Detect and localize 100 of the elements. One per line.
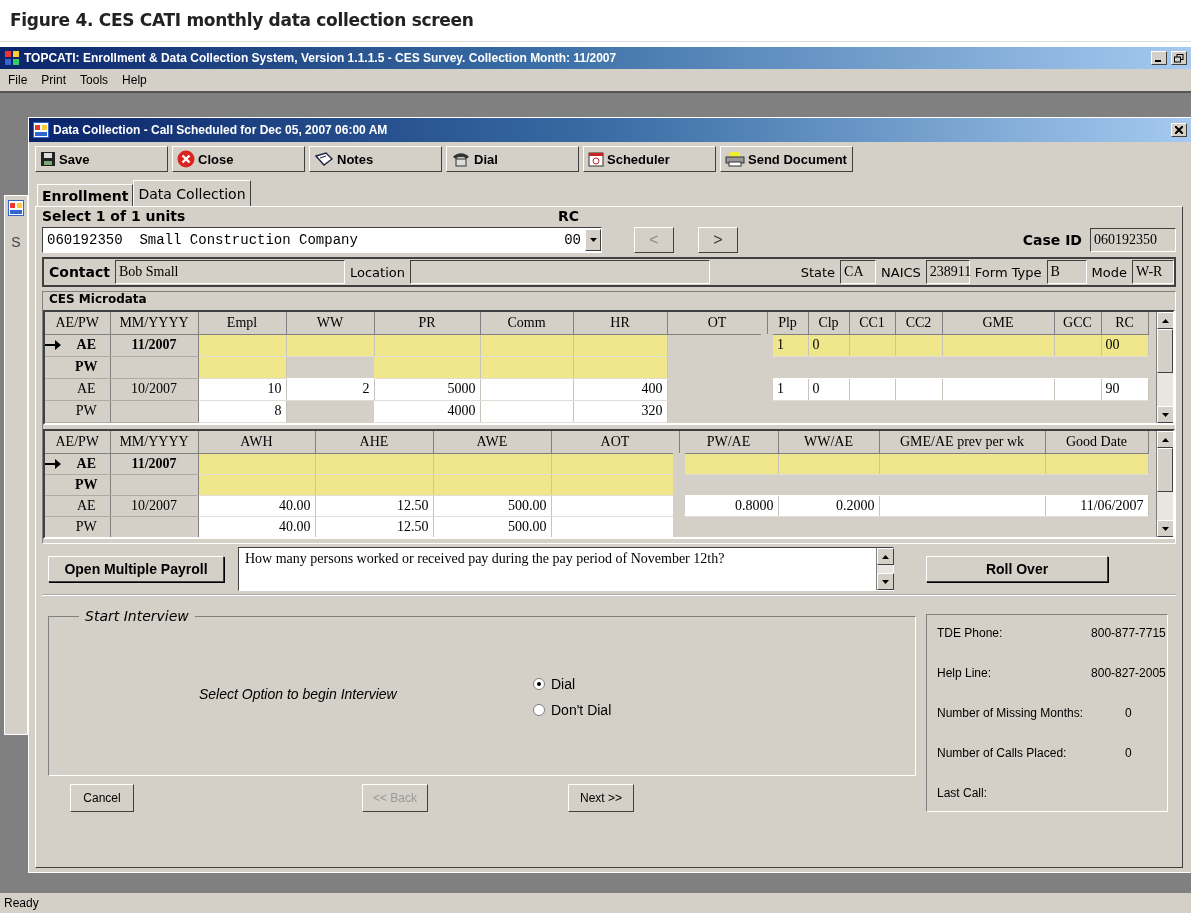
tab[interactable]: Enrollment [37,184,134,206]
row-label: PW [74,403,98,420]
menu-item[interactable]: Tools [80,73,109,87]
dropdown-button[interactable] [585,229,601,251]
dialog-title: Data Collection - Call Scheduled for Dec 05, 2007 06:00 AM [53,123,389,137]
info-value: 0 [1124,705,1133,722]
app-icon [4,50,20,66]
unit-dropdown[interactable]: 060192350 Small Construction Company 00 [42,227,602,253]
restore-icon [1174,53,1184,63]
interview-prompt: Select Option to begin Interview [199,686,398,702]
tab[interactable]: Data Collection [133,180,251,206]
column-header: AWE [433,431,551,453]
radio-option[interactable]: Don't Dial [533,702,612,718]
row-label: PW [73,359,99,376]
minimize-button[interactable] [1151,51,1167,65]
radio-button[interactable] [533,704,545,716]
table-cell: 2 [286,378,374,401]
calendar-icon [588,151,604,167]
scrollbar[interactable] [1156,312,1173,423]
row-label: 10/2007 [110,378,198,401]
row-label: AE [75,381,97,398]
column-header: Comm [480,312,573,334]
close-icon [1175,126,1183,134]
column-header: CC2 [895,312,942,334]
radio-option[interactable]: Dial [533,676,612,692]
field-value: 238911 [925,260,970,284]
row-pointer-icon [45,457,61,470]
close-button[interactable]: Close [172,146,305,172]
field-label: State [799,264,837,280]
save-button[interactable]: Save [35,146,168,172]
row-pointer-icon [45,339,61,352]
close-button[interactable] [1171,123,1187,137]
column-header: GME/AE prev per wk [879,431,1045,453]
down-arrow-icon [1162,412,1169,417]
info-label: Last Call: [937,785,989,802]
column-header: MM/YYYY [110,312,198,334]
nav-button[interactable]: Next >> [568,784,634,812]
rc-label: RC [558,208,580,224]
down-arrow-icon [882,579,889,584]
scroll-up-button[interactable] [1157,312,1173,329]
column-header: WW [286,312,374,334]
column-header: WW/AE [778,431,879,453]
notes-button[interactable]: Notes [309,146,442,172]
row-label: AE [75,337,97,354]
row-label: 10/2007 [110,495,198,516]
send-button[interactable]: Send Document [720,146,853,172]
column-header: MM/YYYY [110,431,198,453]
radio-button[interactable] [533,678,545,690]
scroll-down-button[interactable] [877,573,894,590]
scheduler-button[interactable]: Scheduler [583,146,716,172]
group-title: CES Microdata [49,292,148,306]
menu-item[interactable]: Print [41,73,67,87]
column-header: PR [374,312,480,334]
printer-icon [725,151,745,167]
figure-caption: Figure 4. CES CATI monthly data collection screen [0,0,1191,42]
scroll-up-button[interactable] [877,548,894,565]
column-header: GCC [1054,312,1101,334]
dial-button[interactable]: Dial [446,146,579,172]
column-header: Clp [808,312,849,334]
question-text: How many persons worked or received pay during the pay period of November 12th? [244,550,726,568]
scroll-down-button[interactable] [1157,406,1173,423]
row-label: AE [75,455,97,472]
field-label: Contact [48,264,111,280]
column-header: CC1 [849,312,895,334]
close-icon [177,150,195,168]
field-value: B [1046,260,1087,284]
scroll-up-button[interactable] [1157,431,1173,448]
menu-item[interactable]: File [8,73,28,87]
field-label: Location [349,264,406,280]
table-cell: 90 [1101,378,1148,401]
row-label: PW [74,518,98,535]
roll-over-button[interactable]: Roll Over [926,556,1108,582]
window-title: TOPCATI: Enrollment & Data Collection System, Version 1.1.1.5 - CES Survey. Collection Month: 11/2007 [24,51,618,65]
open-payroll-button[interactable]: Open Multiple Payroll [48,556,224,582]
table-cell: 0.2000 [778,495,879,516]
up-arrow-icon [1162,318,1169,323]
column-header: Empl [198,312,286,334]
menu-item[interactable]: Help [122,73,147,87]
next-unit-button[interactable]: > [698,227,738,253]
column-header: AE/PW [45,431,110,453]
column-header: PW/AE [679,431,778,453]
field-label: Form Type [973,264,1043,280]
table-cell: 11/06/2007 [1045,495,1148,516]
column-header: RC [1101,312,1148,334]
up-arrow-icon [882,554,889,559]
scroll-down-button[interactable] [1157,520,1173,537]
field-value: CA [840,260,877,284]
nav-button[interactable]: Cancel [70,784,134,812]
scrollbar[interactable] [876,548,893,590]
column-header: AWH [198,431,315,453]
column-header: AHE [315,431,433,453]
table-cell [1054,378,1101,401]
window-icon [8,200,24,216]
column-header: AOT [551,431,679,453]
restore-button[interactable] [1171,51,1187,65]
field-label: NAICS [880,264,922,280]
info-label: TDE Phone: [937,625,1004,642]
entry-cell[interactable] [374,356,480,379]
info-value: 0 [1124,745,1133,762]
scrollbar[interactable] [1156,431,1173,537]
